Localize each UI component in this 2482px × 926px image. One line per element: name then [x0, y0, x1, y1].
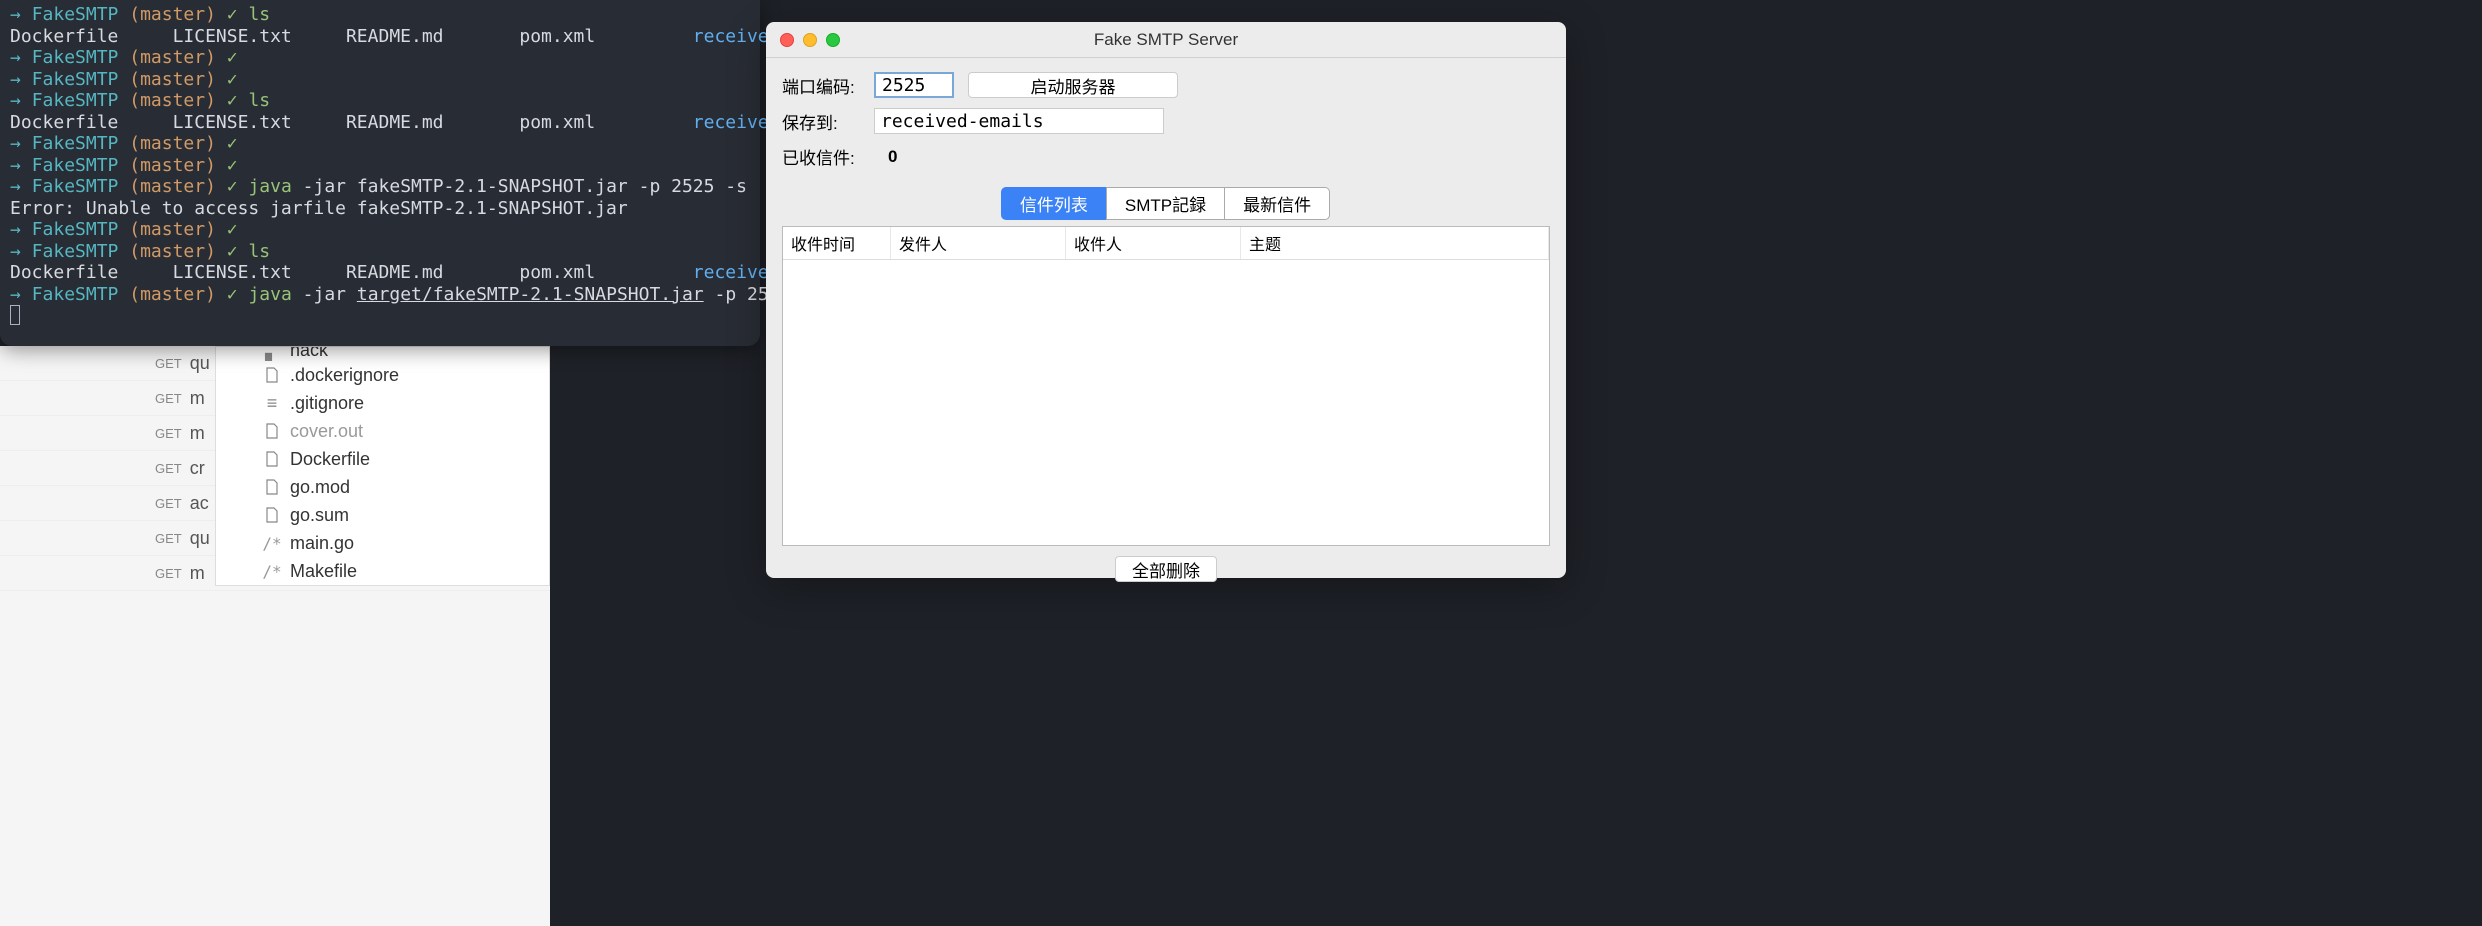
tree-item[interactable]: .dockerignore [216, 361, 549, 389]
check-icon: ✓ [227, 219, 238, 240]
check-icon: ✓ [227, 4, 238, 25]
cursor-icon [10, 305, 20, 325]
check-icon: ✓ [227, 241, 238, 262]
check-icon: ✓ [227, 284, 238, 305]
file-icon [264, 423, 280, 439]
command: java [248, 176, 291, 197]
http-method: GET [155, 426, 182, 441]
tree-item[interactable]: cover.out [216, 417, 549, 445]
port-input[interactable] [874, 72, 954, 98]
http-method: GET [155, 496, 182, 511]
terminal-window[interactable]: → FakeSMTP (master) ✓ ls Dockerfile LICE… [0, 0, 760, 346]
tab-smtp-log[interactable]: SMTP記録 [1106, 187, 1225, 220]
command: ls [248, 241, 270, 262]
check-icon: ✓ [227, 176, 238, 197]
branch-name: (master) [129, 4, 216, 25]
smtp-server-window: Fake SMTP Server 端口编码: 启动服务器 保存到: 已收信件: … [766, 22, 1566, 578]
check-icon: ✓ [227, 133, 238, 154]
check-icon: ✓ [227, 47, 238, 68]
file-name: hack [290, 347, 328, 361]
mail-table: 收件时间 发件人 收件人 主题 [782, 226, 1550, 546]
column-to[interactable]: 收件人 [1066, 227, 1241, 259]
port-label: 端口编码: [782, 73, 860, 98]
save-label: 保存到: [782, 109, 860, 134]
save-path-input[interactable] [874, 108, 1164, 134]
file-icon [264, 451, 280, 467]
tab-mail-list[interactable]: 信件列表 [1001, 187, 1107, 220]
check-icon: ✓ [227, 155, 238, 176]
tree-item[interactable]: go.mod [216, 473, 549, 501]
http-method: GET [155, 391, 182, 406]
check-icon: ✓ [227, 90, 238, 111]
tabs: 信件列表 SMTP記録 最新信件 [782, 187, 1550, 220]
code-comment-icon: /* [264, 563, 280, 579]
file-icon [264, 479, 280, 495]
code-comment-icon: /* [264, 535, 280, 551]
error-output: Error: Unable to access jarfile fakeSMTP… [10, 198, 628, 219]
start-server-button[interactable]: 启动服务器 [968, 72, 1178, 98]
file-name: .gitignore [290, 393, 364, 414]
check-icon: ✓ [227, 69, 238, 90]
repo-name: FakeSMTP [32, 4, 119, 25]
http-method: GET [155, 461, 182, 476]
file-tree: ▖ hack .dockerignore ≡ .gitignore cover.ou… [215, 346, 550, 586]
tree-item[interactable]: /* Makefile [216, 557, 549, 585]
folder-icon: ▖ [264, 347, 280, 361]
file-name: Dockerfile [290, 449, 370, 470]
tab-latest-mail[interactable]: 最新信件 [1224, 187, 1330, 220]
titlebar[interactable]: Fake SMTP Server [766, 22, 1566, 58]
table-header: 收件时间 发件人 收件人 主题 [783, 227, 1549, 260]
file-icon [264, 367, 280, 383]
received-count: 0 [888, 147, 897, 167]
column-received-time[interactable]: 收件时间 [783, 227, 891, 259]
file-name: Makefile [290, 561, 357, 582]
tree-item[interactable]: ≡ .gitignore [216, 389, 549, 417]
file-name: go.mod [290, 477, 350, 498]
file-name: main.go [290, 533, 354, 554]
file-name: go.sum [290, 505, 349, 526]
count-label: 已收信件: [782, 144, 860, 169]
column-subject[interactable]: 主题 [1241, 227, 1549, 259]
tree-item[interactable]: Dockerfile [216, 445, 549, 473]
tree-item[interactable]: go.sum [216, 501, 549, 529]
settings-icon: ≡ [264, 395, 280, 411]
window-title: Fake SMTP Server [766, 30, 1566, 50]
command: ls [248, 90, 270, 111]
command: ls [248, 4, 270, 25]
tree-item[interactable]: ▖ hack [216, 347, 549, 361]
http-method: GET [155, 566, 182, 581]
file-name: cover.out [290, 421, 363, 442]
file-icon [264, 507, 280, 523]
tree-item[interactable]: /* main.go [216, 529, 549, 557]
delete-all-button[interactable]: 全部删除 [1115, 556, 1217, 582]
command: java [248, 284, 291, 305]
http-method: GET [155, 356, 182, 371]
http-method: GET [155, 531, 182, 546]
column-from[interactable]: 发件人 [891, 227, 1066, 259]
file-name: .dockerignore [290, 365, 399, 386]
